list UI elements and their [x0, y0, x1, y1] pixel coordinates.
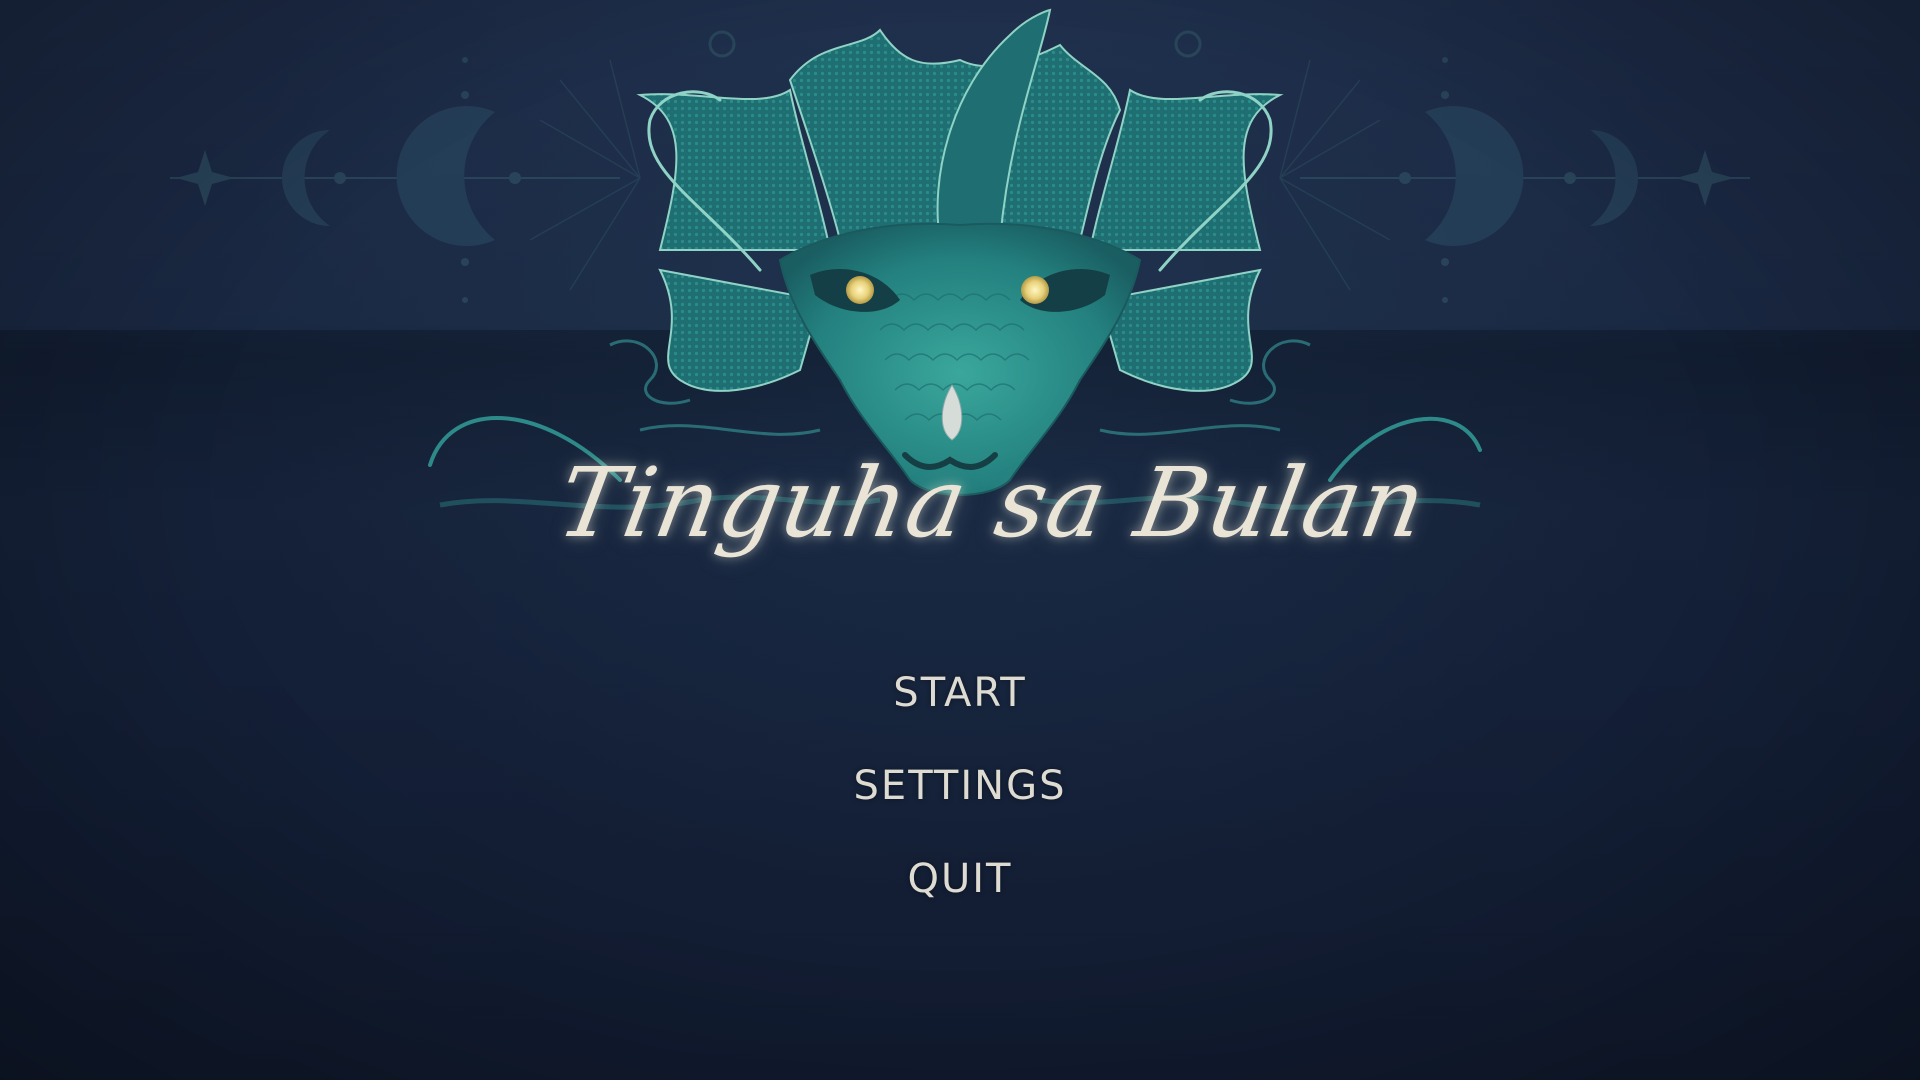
title-screen: Tinguha sa Bulan START SETTINGS QUIT: [0, 0, 1920, 1080]
quit-button[interactable]: QUIT: [908, 841, 1013, 934]
start-button[interactable]: START: [893, 655, 1026, 748]
game-title-logo: Tinguha sa Bulan: [550, 447, 1435, 559]
dragon-right-eye: [1021, 276, 1049, 304]
main-menu: START SETTINGS QUIT: [760, 655, 1160, 934]
settings-button[interactable]: SETTINGS: [854, 748, 1067, 841]
dragon-left-eye: [846, 276, 874, 304]
